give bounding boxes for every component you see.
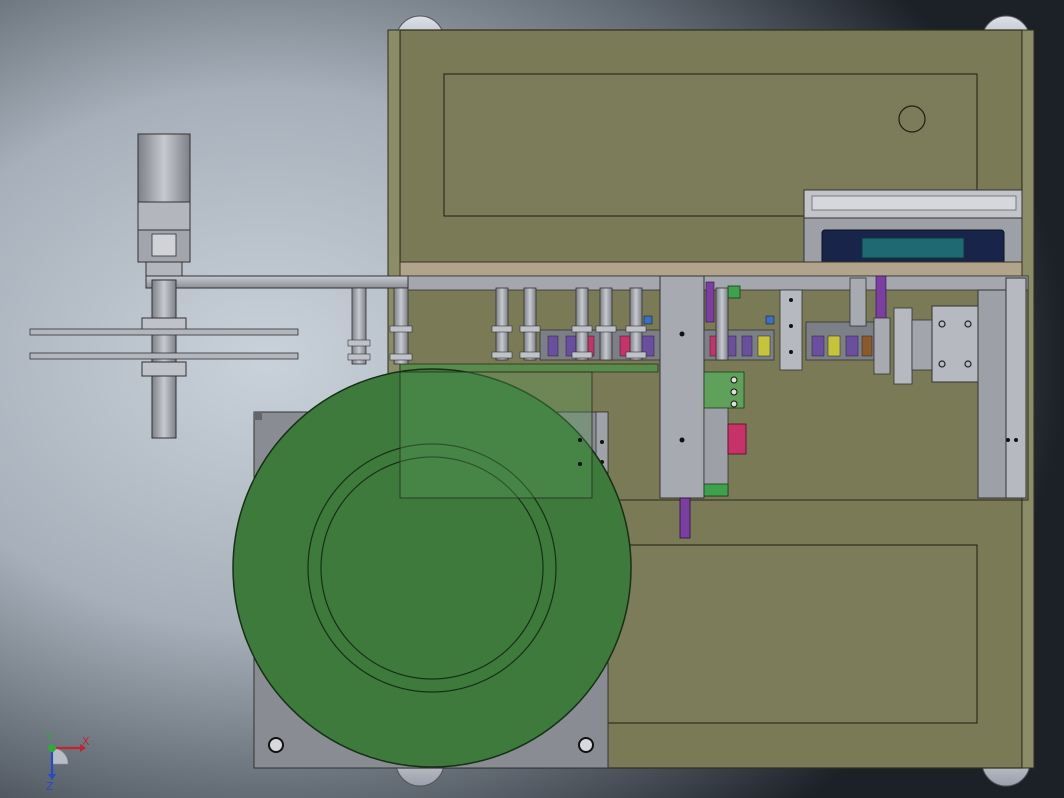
triad-x-label: X — [82, 735, 90, 748]
lower-panel — [607, 544, 978, 724]
y-axis-dot — [48, 744, 56, 752]
triad-y-label: Y — [45, 731, 53, 744]
assembly-drawing: X Y Z — [0, 0, 1064, 798]
controller-box[interactable] — [803, 189, 1023, 267]
triad-z-label: Z — [46, 780, 54, 793]
horizontal-arm — [145, 275, 409, 289]
vibratory-bowl[interactable] — [232, 368, 632, 768]
display-window — [861, 237, 965, 259]
cad-viewport[interactable]: X Y Z — [0, 0, 1064, 798]
gripper-block[interactable] — [893, 305, 979, 385]
bowl-outlet-overlay — [399, 371, 593, 499]
vertical-column-top — [137, 133, 191, 203]
right-side-plate[interactable] — [977, 277, 1027, 499]
